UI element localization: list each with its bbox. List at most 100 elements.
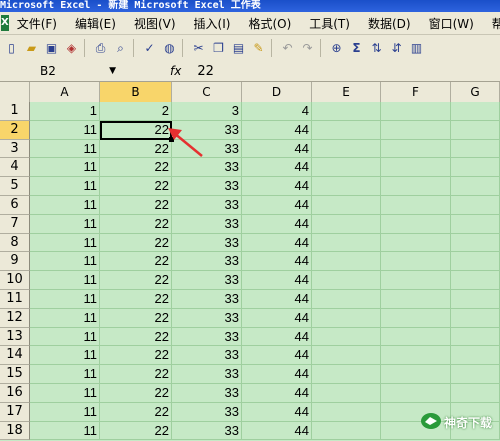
cell-g7[interactable] bbox=[451, 214, 500, 234]
cell-d14[interactable]: 44 bbox=[242, 346, 312, 366]
cell-g4[interactable] bbox=[451, 158, 500, 178]
column-header-c[interactable]: C bbox=[172, 82, 242, 102]
cut-icon[interactable]: ✂ bbox=[190, 40, 207, 57]
cell-c8[interactable]: 33 bbox=[172, 233, 242, 253]
menu-edit[interactable]: 编辑(E) bbox=[75, 15, 116, 32]
cell-a8[interactable]: 11 bbox=[30, 233, 100, 253]
row-header[interactable]: 1 bbox=[0, 102, 30, 121]
name-box[interactable]: B2 ▼ bbox=[6, 63, 116, 79]
undo-icon[interactable]: ↶ bbox=[279, 40, 296, 57]
cell-d11[interactable]: 44 bbox=[242, 289, 312, 309]
cell-c7[interactable]: 33 bbox=[172, 214, 242, 234]
cell-g5[interactable] bbox=[451, 177, 500, 196]
chart-wizard-icon[interactable]: ▥ bbox=[408, 40, 425, 57]
cell-d15[interactable]: 44 bbox=[242, 365, 312, 384]
cell-f1[interactable] bbox=[381, 102, 451, 121]
cell-f11[interactable] bbox=[381, 289, 451, 309]
cell-d5[interactable]: 44 bbox=[242, 177, 312, 196]
cell-b12[interactable]: 22 bbox=[100, 308, 172, 328]
cell-b14[interactable]: 22 bbox=[100, 346, 172, 366]
cell-a13[interactable]: 11 bbox=[30, 327, 100, 347]
cell-b10[interactable]: 22 bbox=[100, 271, 172, 290]
cell-e8[interactable] bbox=[312, 233, 381, 253]
column-header-f[interactable]: F bbox=[381, 82, 451, 102]
cell-g1[interactable] bbox=[451, 102, 500, 121]
menu-tools[interactable]: 工具(T) bbox=[309, 15, 350, 32]
cell-f2[interactable] bbox=[381, 120, 451, 140]
menu-file[interactable]: 文件(F) bbox=[17, 15, 57, 32]
cell-b9[interactable]: 22 bbox=[100, 252, 172, 272]
row-header[interactable]: 16 bbox=[0, 383, 30, 403]
cell-e17[interactable] bbox=[312, 402, 381, 422]
cell-d12[interactable]: 44 bbox=[242, 308, 312, 328]
cell-e16[interactable] bbox=[312, 383, 381, 403]
row-header[interactable]: 12 bbox=[0, 308, 30, 328]
cell-e11[interactable] bbox=[312, 289, 381, 309]
cell-e6[interactable] bbox=[312, 195, 381, 215]
cell-e10[interactable] bbox=[312, 271, 381, 290]
print-preview-icon[interactable]: ⌕ bbox=[112, 40, 129, 57]
permission-icon[interactable]: ◈ bbox=[63, 40, 80, 57]
cell-e12[interactable] bbox=[312, 308, 381, 328]
cell-b6[interactable]: 22 bbox=[100, 195, 172, 215]
save-icon[interactable]: ▣ bbox=[43, 40, 60, 57]
menu-data[interactable]: 数据(D) bbox=[368, 15, 411, 32]
cell-d18[interactable]: 44 bbox=[242, 421, 312, 441]
cell-b11[interactable]: 22 bbox=[100, 289, 172, 309]
cell-a6[interactable]: 11 bbox=[30, 195, 100, 215]
cell-a5[interactable]: 11 bbox=[30, 177, 100, 196]
cell-a11[interactable]: 11 bbox=[30, 289, 100, 309]
row-header[interactable]: 18 bbox=[0, 421, 30, 441]
cell-a18[interactable]: 11 bbox=[30, 421, 100, 441]
cell-g2[interactable] bbox=[451, 120, 500, 140]
cell-g8[interactable] bbox=[451, 233, 500, 253]
chevron-down-icon[interactable]: ▼ bbox=[109, 63, 116, 79]
cell-e1[interactable] bbox=[312, 102, 381, 121]
autosum-icon[interactable]: Σ bbox=[348, 40, 365, 57]
cell-d4[interactable]: 44 bbox=[242, 158, 312, 178]
row-header[interactable]: 15 bbox=[0, 365, 30, 384]
column-header-d[interactable]: D bbox=[242, 82, 312, 102]
cell-f12[interactable] bbox=[381, 308, 451, 328]
cell-a4[interactable]: 11 bbox=[30, 158, 100, 178]
row-header[interactable]: 8 bbox=[0, 233, 30, 253]
cell-d7[interactable]: 44 bbox=[242, 214, 312, 234]
copy-icon[interactable]: ❐ bbox=[210, 40, 227, 57]
row-header[interactable]: 10 bbox=[0, 271, 30, 290]
cell-c14[interactable]: 33 bbox=[172, 346, 242, 366]
cell-f16[interactable] bbox=[381, 383, 451, 403]
cell-e2[interactable] bbox=[312, 120, 381, 140]
column-header-g[interactable]: G bbox=[451, 82, 500, 102]
column-header-e[interactable]: E bbox=[312, 82, 381, 102]
cell-e9[interactable] bbox=[312, 252, 381, 272]
cell-f7[interactable] bbox=[381, 214, 451, 234]
cell-d17[interactable]: 44 bbox=[242, 402, 312, 422]
row-header[interactable]: 14 bbox=[0, 346, 30, 366]
cell-d8[interactable]: 44 bbox=[242, 233, 312, 253]
cell-g12[interactable] bbox=[451, 308, 500, 328]
cell-d3[interactable]: 44 bbox=[242, 139, 312, 159]
cell-g10[interactable] bbox=[451, 271, 500, 290]
sort-descending-icon[interactable]: ⇵ bbox=[388, 40, 405, 57]
cell-g6[interactable] bbox=[451, 195, 500, 215]
cell-f5[interactable] bbox=[381, 177, 451, 196]
cell-b15[interactable]: 22 bbox=[100, 365, 172, 384]
cell-g14[interactable] bbox=[451, 346, 500, 366]
cell-g15[interactable] bbox=[451, 365, 500, 384]
cell-e3[interactable] bbox=[312, 139, 381, 159]
cell-g3[interactable] bbox=[451, 139, 500, 159]
cell-b1[interactable]: 2 bbox=[100, 102, 172, 121]
cell-b4[interactable]: 22 bbox=[100, 158, 172, 178]
cell-f3[interactable] bbox=[381, 139, 451, 159]
format-painter-icon[interactable]: ✎ bbox=[250, 40, 267, 57]
cell-d13[interactable]: 44 bbox=[242, 327, 312, 347]
cell-c5[interactable]: 33 bbox=[172, 177, 242, 196]
spelling-icon[interactable]: ✓ bbox=[141, 40, 158, 57]
cell-c11[interactable]: 33 bbox=[172, 289, 242, 309]
cell-e5[interactable] bbox=[312, 177, 381, 196]
cell-g11[interactable] bbox=[451, 289, 500, 309]
cell-e4[interactable] bbox=[312, 158, 381, 178]
cell-g13[interactable] bbox=[451, 327, 500, 347]
print-icon[interactable]: ⎙ bbox=[92, 40, 109, 57]
excel-icon[interactable]: X bbox=[1, 15, 9, 31]
